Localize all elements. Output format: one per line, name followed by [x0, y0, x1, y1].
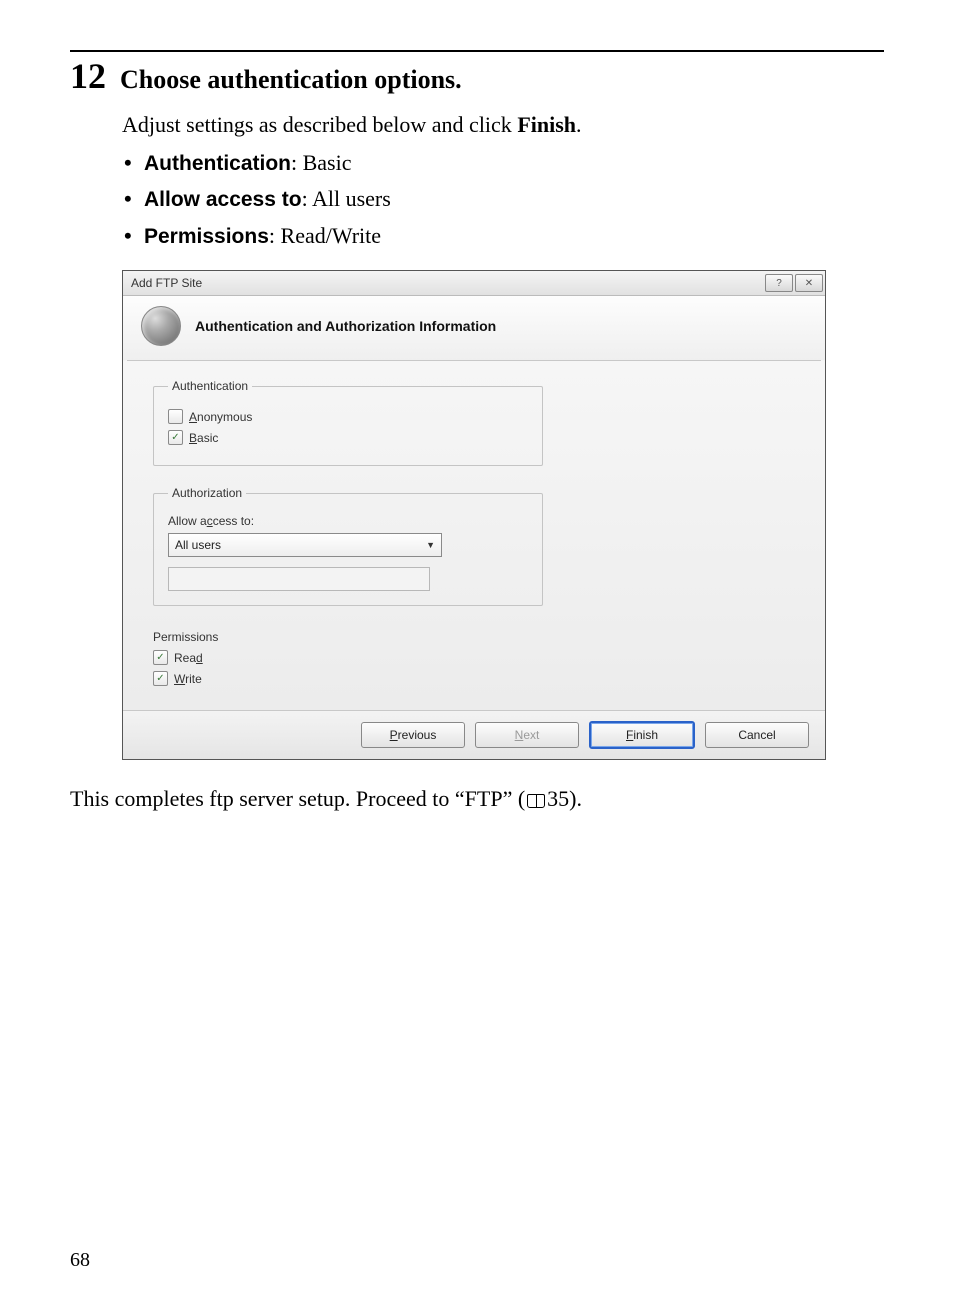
cancel-label: Cancel: [738, 728, 775, 742]
previous-rest: revious: [398, 728, 437, 742]
step-title: Choose authentication options.: [120, 65, 462, 95]
dialog-button-bar: Previous Next Finish Cancel: [123, 710, 825, 759]
anonymous-row: Anonymous: [168, 409, 528, 424]
dialog-content: Authentication Anonymous Basic Authoriza…: [123, 361, 825, 710]
add-ftp-site-dialog: Add FTP Site ? ✕ Authentication and Auth…: [122, 270, 826, 760]
basic-row: Basic: [168, 430, 528, 445]
basic-accel: B: [189, 431, 197, 445]
closing-text: This completes ftp server setup. Proceed…: [70, 786, 525, 811]
help-button[interactable]: ?: [765, 274, 793, 292]
authorization-textbox[interactable]: [168, 567, 430, 591]
bullet-value: : All users: [302, 186, 391, 211]
authorization-fieldset: Authorization Allow access to: All users…: [153, 486, 543, 606]
basic-checkbox[interactable]: [168, 430, 183, 445]
authentication-fieldset: Authentication Anonymous Basic: [153, 379, 543, 466]
help-icon: ?: [776, 278, 782, 289]
book-icon: [527, 794, 545, 808]
page-number: 68: [70, 1249, 90, 1272]
intro-bold: Finish: [517, 112, 576, 137]
allow-pre: Allow a: [168, 514, 207, 528]
intro-before: Adjust settings as described below and c…: [122, 112, 517, 137]
settings-bullets: Authentication: Basic Allow access to: A…: [122, 147, 884, 252]
write-row: Write: [153, 671, 795, 686]
close-button[interactable]: ✕: [795, 274, 823, 292]
close-icon: ✕: [805, 278, 813, 289]
step-number: 12: [70, 58, 106, 94]
finish-rest: inish: [633, 728, 658, 742]
dialog-header-title: Authentication and Authorization Informa…: [195, 318, 496, 334]
read-label: Read: [174, 651, 203, 665]
basic-label: Basic: [189, 431, 218, 445]
closing-pageref: 35).: [547, 786, 582, 811]
read-checkbox[interactable]: [153, 650, 168, 665]
allow-access-select[interactable]: All users ▼: [168, 533, 442, 557]
finish-button[interactable]: Finish: [589, 721, 695, 749]
select-value: All users: [175, 538, 221, 552]
bullet-allow-access: Allow access to: All users: [122, 183, 884, 215]
anonymous-accel: A: [189, 410, 197, 424]
anonymous-label: Anonymous: [189, 410, 252, 424]
dialog-title: Add FTP Site: [131, 276, 763, 290]
allow-access-label: Allow access to:: [168, 514, 528, 528]
bullet-authentication: Authentication: Basic: [122, 147, 884, 179]
intro-after: .: [576, 112, 582, 137]
permissions-legend: Permissions: [153, 630, 795, 644]
write-rest: rite: [185, 672, 202, 686]
top-rule: [70, 50, 884, 52]
bullet-permissions: Permissions: Read/Write: [122, 220, 884, 252]
previous-button[interactable]: Previous: [361, 722, 465, 748]
read-row: Read: [153, 650, 795, 665]
anonymous-rest: nonymous: [197, 410, 252, 424]
next-button[interactable]: Next: [475, 722, 579, 748]
read-pre: Rea: [174, 651, 196, 665]
globe-icon: [141, 306, 181, 346]
intro-paragraph: Adjust settings as described below and c…: [122, 109, 884, 252]
next-rest: ext: [523, 728, 539, 742]
step-heading: 12 Choose authentication options.: [70, 58, 884, 95]
previous-accel: P: [390, 728, 398, 742]
permissions-group: Permissions Read Write: [153, 626, 795, 692]
bullet-label: Permissions: [144, 225, 269, 248]
dialog-titlebar: Add FTP Site ? ✕: [123, 271, 825, 296]
basic-rest: asic: [197, 431, 218, 445]
write-checkbox[interactable]: [153, 671, 168, 686]
authorization-legend: Authorization: [168, 486, 246, 500]
bullet-value: : Basic: [291, 150, 352, 175]
closing-paragraph: This completes ftp server setup. Proceed…: [70, 786, 884, 812]
write-label: Write: [174, 672, 202, 686]
bullet-label: Authentication: [144, 152, 291, 175]
authentication-legend: Authentication: [168, 379, 252, 393]
allow-post: cess to:: [213, 514, 254, 528]
dialog-header-strip: Authentication and Authorization Informa…: [123, 296, 825, 360]
cancel-button[interactable]: Cancel: [705, 722, 809, 748]
anonymous-checkbox[interactable]: [168, 409, 183, 424]
chevron-down-icon: ▼: [426, 540, 435, 550]
write-accel: W: [174, 672, 185, 686]
read-accel: d: [196, 651, 203, 665]
bullet-value: : Read/Write: [269, 223, 381, 248]
bullet-label: Allow access to: [144, 188, 302, 211]
